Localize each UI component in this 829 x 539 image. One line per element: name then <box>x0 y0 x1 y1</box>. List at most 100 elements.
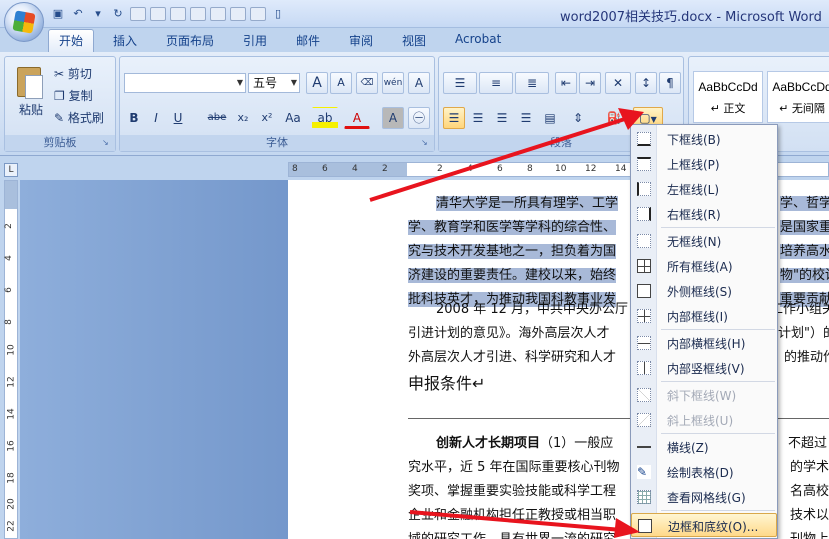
tab-view[interactable]: 视图 <box>402 32 426 49</box>
menu-item-no-border[interactable]: 无框线(N) <box>631 229 777 253</box>
increase-indent-button[interactable]: ⇥ <box>579 72 601 94</box>
char-shading-button[interactable]: A <box>382 107 404 129</box>
line-spacing-button[interactable]: ⇕ <box>563 107 593 129</box>
title-bar: ▣ ↶ ▾ ↻ ▯ word2007相关技巧.docx - Microsoft … <box>0 0 829 28</box>
bottom-border-icon <box>637 132 651 146</box>
menu-item-all-borders[interactable]: 所有框线(A) <box>631 254 777 278</box>
redo-icon[interactable]: ↻ <box>110 6 126 22</box>
copy-button[interactable]: ❐ 复制 <box>53 85 113 107</box>
new-document-icon[interactable]: ▯ <box>270 6 286 22</box>
tab-insert[interactable]: 插入 <box>113 32 137 49</box>
clear-format-button[interactable]: ⌫ <box>356 72 378 94</box>
menu-item-right-border[interactable]: 右框线(R) <box>631 202 777 226</box>
undo-dropdown-icon[interactable]: ▾ <box>90 6 106 22</box>
menu-item-top-border[interactable]: 上框线(P) <box>631 152 777 176</box>
numbering-button[interactable]: ≡ <box>479 72 513 94</box>
menu-item-draw-table[interactable]: ✎ 绘制表格(D) <box>631 460 777 484</box>
show-marks-button[interactable]: ¶ <box>659 72 681 94</box>
bullets-button[interactable]: ☰ <box>443 72 477 94</box>
qat-button-7[interactable] <box>250 7 266 21</box>
tab-mailings[interactable]: 邮件 <box>296 32 320 49</box>
qat-button-5[interactable] <box>210 7 226 21</box>
undo-icon[interactable]: ↶ <box>70 6 86 22</box>
vertical-ruler[interactable]: 2 4 6 8 10 12 14 16 18 20 22 <box>4 180 18 539</box>
qat-button-2[interactable] <box>150 7 166 21</box>
borders-dropdown-icon[interactable]: ▼ <box>651 115 657 124</box>
tab-home[interactable]: 开始 <box>48 29 95 53</box>
pilcrow-icon: ¶ <box>666 76 674 90</box>
chinese-layout-button[interactable]: ✕ <box>605 72 631 94</box>
shading-button[interactable]: ⛽ <box>599 107 629 129</box>
distributed-button[interactable]: ▤ <box>539 107 561 129</box>
underline-button[interactable]: U <box>168 107 188 129</box>
font-color-button[interactable]: A <box>344 107 370 129</box>
qat-button-3[interactable] <box>170 7 186 21</box>
align-center-button[interactable]: ☰ <box>467 107 489 129</box>
menu-item-inside-vertical[interactable]: 内部竖框线(V) <box>631 356 777 380</box>
enclose-char-button[interactable]: ㊀ <box>408 107 430 129</box>
font-size-dropdown-icon[interactable]: ▼ <box>291 74 297 92</box>
pinyin-button[interactable]: wén <box>382 72 404 94</box>
change-case-button[interactable]: Aa <box>280 107 306 129</box>
grow-font-button[interactable]: A <box>306 72 328 94</box>
font-name-combo[interactable]: ▼ <box>124 73 246 93</box>
copy-icon: ❐ <box>54 89 65 103</box>
highlight-button[interactable]: ab <box>312 107 338 129</box>
ruler-number: 8 <box>527 164 533 174</box>
horizontal-line-icon <box>637 440 651 454</box>
bold-button[interactable]: B <box>124 107 144 129</box>
inside-horizontal-icon <box>637 336 651 350</box>
paste-button[interactable]: 粘贴 <box>11 99 51 121</box>
menu-item-bottom-border[interactable]: 下框线(B) <box>631 127 777 151</box>
menu-item-inside-borders[interactable]: 内部框线(I) <box>631 304 777 328</box>
qat-button-6[interactable] <box>230 7 246 21</box>
superscript-button[interactable]: x² <box>256 107 278 129</box>
align-right-button[interactable]: ☰ <box>491 107 513 129</box>
qat-button-4[interactable] <box>190 7 206 21</box>
qat-button-1[interactable] <box>130 7 146 21</box>
tab-review[interactable]: 审阅 <box>349 32 373 49</box>
doc-line-right: 不超过 5 <box>788 436 829 451</box>
sort-button[interactable]: ↕ <box>635 72 657 94</box>
menu-item-inside-horizontal[interactable]: 内部横框线(H) <box>631 331 777 355</box>
office-button[interactable] <box>4 2 44 42</box>
strikethrough-button[interactable]: abe <box>204 107 230 129</box>
tab-acrobat[interactable]: Acrobat <box>455 32 501 46</box>
italic-button[interactable]: I <box>146 107 166 129</box>
vruler-number: 4 <box>3 255 14 261</box>
tab-selector[interactable]: L <box>4 163 18 177</box>
menu-item-borders-and-shading[interactable]: 边框和底纹(O)... <box>631 513 777 537</box>
tab-references[interactable]: 引用 <box>243 32 267 49</box>
decrease-indent-button[interactable]: ⇤ <box>555 72 577 94</box>
save-icon[interactable]: ▣ <box>50 6 66 22</box>
style-no-spacing-preview: AaBbCcDd <box>772 80 829 94</box>
justify-button[interactable]: ☰ <box>515 107 537 129</box>
bullets-icon: ☰ <box>454 76 466 90</box>
paste-icon[interactable] <box>13 63 47 101</box>
menu-item-outside-borders[interactable]: 外侧框线(S) <box>631 279 777 303</box>
shrink-font-button[interactable]: A <box>330 72 352 94</box>
menu-item-left-border[interactable]: 左框线(L) <box>631 177 777 201</box>
borders-shading-icon <box>638 519 652 533</box>
style-normal[interactable]: AaBbCcDd ↵ 正文 <box>693 71 763 123</box>
tab-page-layout[interactable]: 页面布局 <box>166 32 214 49</box>
outside-borders-icon <box>637 284 651 298</box>
font-name-dropdown-icon[interactable]: ▼ <box>237 74 243 92</box>
char-border-button[interactable]: A <box>408 72 430 94</box>
style-no-spacing[interactable]: AaBbCcDd ↵ 无间隔 <box>767 71 829 123</box>
font-launcher-icon[interactable]: ↘ <box>421 138 431 148</box>
multilevel-list-button[interactable]: ≣ <box>515 72 549 94</box>
align-left-button[interactable]: ☰ <box>443 107 465 129</box>
clipboard-launcher-icon[interactable]: ↘ <box>102 138 112 148</box>
font-size-combo[interactable]: 五号 ▼ <box>248 73 300 93</box>
subscript-button[interactable]: x₂ <box>232 107 254 129</box>
doc-line-right: 的推动作 <box>784 350 829 365</box>
copy-label: 复制 <box>68 89 93 103</box>
chinese-layout-icon: ✕ <box>612 76 624 90</box>
menu-item-horizontal-line[interactable]: 横线(Z) <box>631 435 777 459</box>
format-painter-button[interactable]: ✎ 格式刷 <box>53 107 115 129</box>
style-normal-name: ↵ 正文 <box>710 102 746 115</box>
font-group: ▼ 五号 ▼ A A ⌫ wén A B I U abe x₂ x² Aa ab… <box>119 56 435 152</box>
menu-item-view-gridlines[interactable]: 查看网格线(G) <box>631 485 777 509</box>
cut-button[interactable]: ✂ 剪切 <box>53 63 113 85</box>
